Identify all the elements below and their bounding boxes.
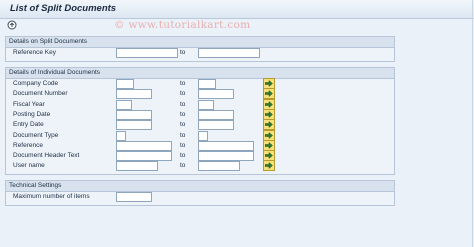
criteria-label: Reference: [13, 141, 43, 149]
max-items-label: Maximum number of items: [13, 193, 90, 200]
to-label: to: [180, 110, 186, 118]
arrow-right-icon: [265, 100, 273, 108]
to-input[interactable]: [198, 151, 254, 162]
max-items-row: Maximum number of items: [6, 192, 394, 202]
from-input[interactable]: [116, 120, 152, 131]
to-label: to: [180, 90, 186, 98]
arrow-right-icon: [265, 80, 273, 87]
to-input[interactable]: [198, 120, 234, 131]
scrollbar-edge: [472, 0, 473, 247]
to-input[interactable]: [198, 89, 234, 100]
criteria-label: Document Header Text: [13, 152, 80, 160]
reference-key-from-input[interactable]: [116, 48, 178, 58]
from-input[interactable]: [116, 89, 152, 100]
arrow-right-icon: [265, 162, 273, 170]
arrow-right-icon: [265, 152, 273, 160]
reference-key-label: Reference Key: [13, 49, 56, 56]
to-label: to: [180, 121, 186, 129]
criteria-row: Fiscal Year to: [6, 98, 394, 110]
criteria-label: Document Number: [13, 90, 68, 98]
criteria-row: Entry Date to: [6, 119, 394, 131]
criteria-row: Document Type to: [6, 129, 394, 141]
group-title: Details on Split Documents: [6, 37, 394, 48]
criteria-label: Document Type: [13, 131, 59, 139]
criteria-label: Company Code: [13, 80, 59, 87]
from-input[interactable]: [116, 130, 126, 141]
technical-settings-group: Technical Settings Maximum number of ite…: [5, 180, 395, 206]
to-input[interactable]: [198, 79, 216, 89]
group-title: Details of Individual Documents: [6, 68, 394, 79]
criteria-label: Fiscal Year: [13, 100, 45, 108]
criteria-row: Reference to: [6, 139, 394, 151]
watermark: © www.tutorialkart.com: [114, 19, 251, 31]
arrow-right-icon: [265, 131, 273, 139]
arrow-right-icon: [265, 90, 273, 98]
to-label: to: [180, 162, 186, 170]
from-input[interactable]: [116, 161, 158, 172]
reference-key-row: Reference Key to: [6, 48, 394, 58]
page-title: List of Split Documents: [10, 3, 117, 14]
to-input[interactable]: [198, 99, 214, 110]
criteria-row: Document Header Text to: [6, 150, 394, 162]
from-input[interactable]: [116, 151, 172, 162]
criteria-label: Posting Date: [13, 110, 51, 118]
to-input[interactable]: [198, 140, 254, 151]
execute-icon[interactable]: [7, 20, 17, 30]
criteria-row: Document Number to: [6, 88, 394, 100]
max-items-input[interactable]: [116, 192, 152, 202]
criteria-row: Company Code to: [6, 78, 394, 89]
split-details-group: Details on Split Documents Reference Key…: [5, 36, 395, 62]
to-label: to: [180, 131, 186, 139]
to-label: to: [180, 49, 186, 56]
from-input[interactable]: [116, 99, 132, 110]
arrow-right-icon: [265, 121, 273, 129]
from-input[interactable]: [116, 140, 172, 151]
multiple-selection-button[interactable]: [263, 160, 275, 172]
to-input[interactable]: [198, 109, 234, 120]
group-title: Technical Settings: [6, 181, 394, 192]
arrow-right-icon: [265, 110, 273, 118]
to-label: to: [180, 80, 186, 87]
from-input[interactable]: [116, 79, 134, 89]
to-input[interactable]: [198, 161, 240, 172]
to-label: to: [180, 141, 186, 149]
title-bar: List of Split Documents: [0, 0, 474, 19]
to-input[interactable]: [198, 130, 208, 141]
to-label: to: [180, 152, 186, 160]
criteria-label: Entry Date: [13, 121, 44, 129]
arrow-right-icon: [265, 141, 273, 149]
reference-key-to-input[interactable]: [198, 48, 260, 58]
criteria-row: Posting Date to: [6, 108, 394, 120]
criteria-row: User name to: [6, 160, 394, 172]
from-input[interactable]: [116, 109, 152, 120]
criteria-label: User name: [13, 162, 45, 170]
to-label: to: [180, 100, 186, 108]
